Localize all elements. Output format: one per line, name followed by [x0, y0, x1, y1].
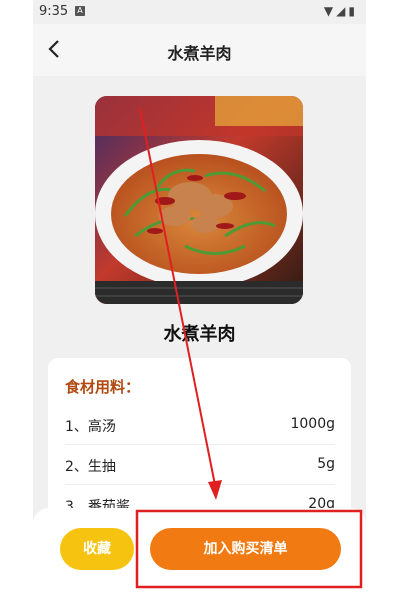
ingredient-row: 1、高汤 1000g [65, 404, 335, 445]
ingredient-quantity: 5g [317, 456, 335, 472]
ingredient-name: 2、生抽 [65, 459, 116, 475]
signal-icon: ◢ [336, 4, 349, 18]
header: 水煮羊肉 [33, 24, 366, 76]
dish-image [95, 96, 303, 304]
dish-name: 水煮羊肉 [163, 324, 236, 345]
add-to-shopping-list-button[interactable]: 加入购买清单 [150, 528, 341, 570]
status-time: 9:35 [39, 4, 69, 19]
battery-icon: ▮ [348, 4, 358, 18]
ingredient-row: 2、生抽 5g [65, 444, 335, 485]
ingredient-name: 1、高汤 [65, 419, 116, 435]
ingredient-quantity: 1000g [290, 416, 335, 432]
favorite-button[interactable]: 收藏 [60, 528, 134, 570]
wifi-icon: ▼ [323, 4, 337, 18]
status-icons: ▼◢▮ [324, 4, 358, 18]
notification-badge: A [75, 6, 85, 16]
app-screen: 9:35 A ▼◢▮ 水煮羊肉 水煮羊肉 食材用料： 1、高汤 1000g 2、… [33, 0, 366, 600]
bottom-action-bar: 收藏 加入购买清单 [33, 508, 366, 600]
ingredients-title: 食材用料： [65, 378, 141, 396]
status-bar: 9:35 A ▼◢▮ [33, 0, 366, 24]
page-title: 水煮羊肉 [167, 44, 232, 63]
